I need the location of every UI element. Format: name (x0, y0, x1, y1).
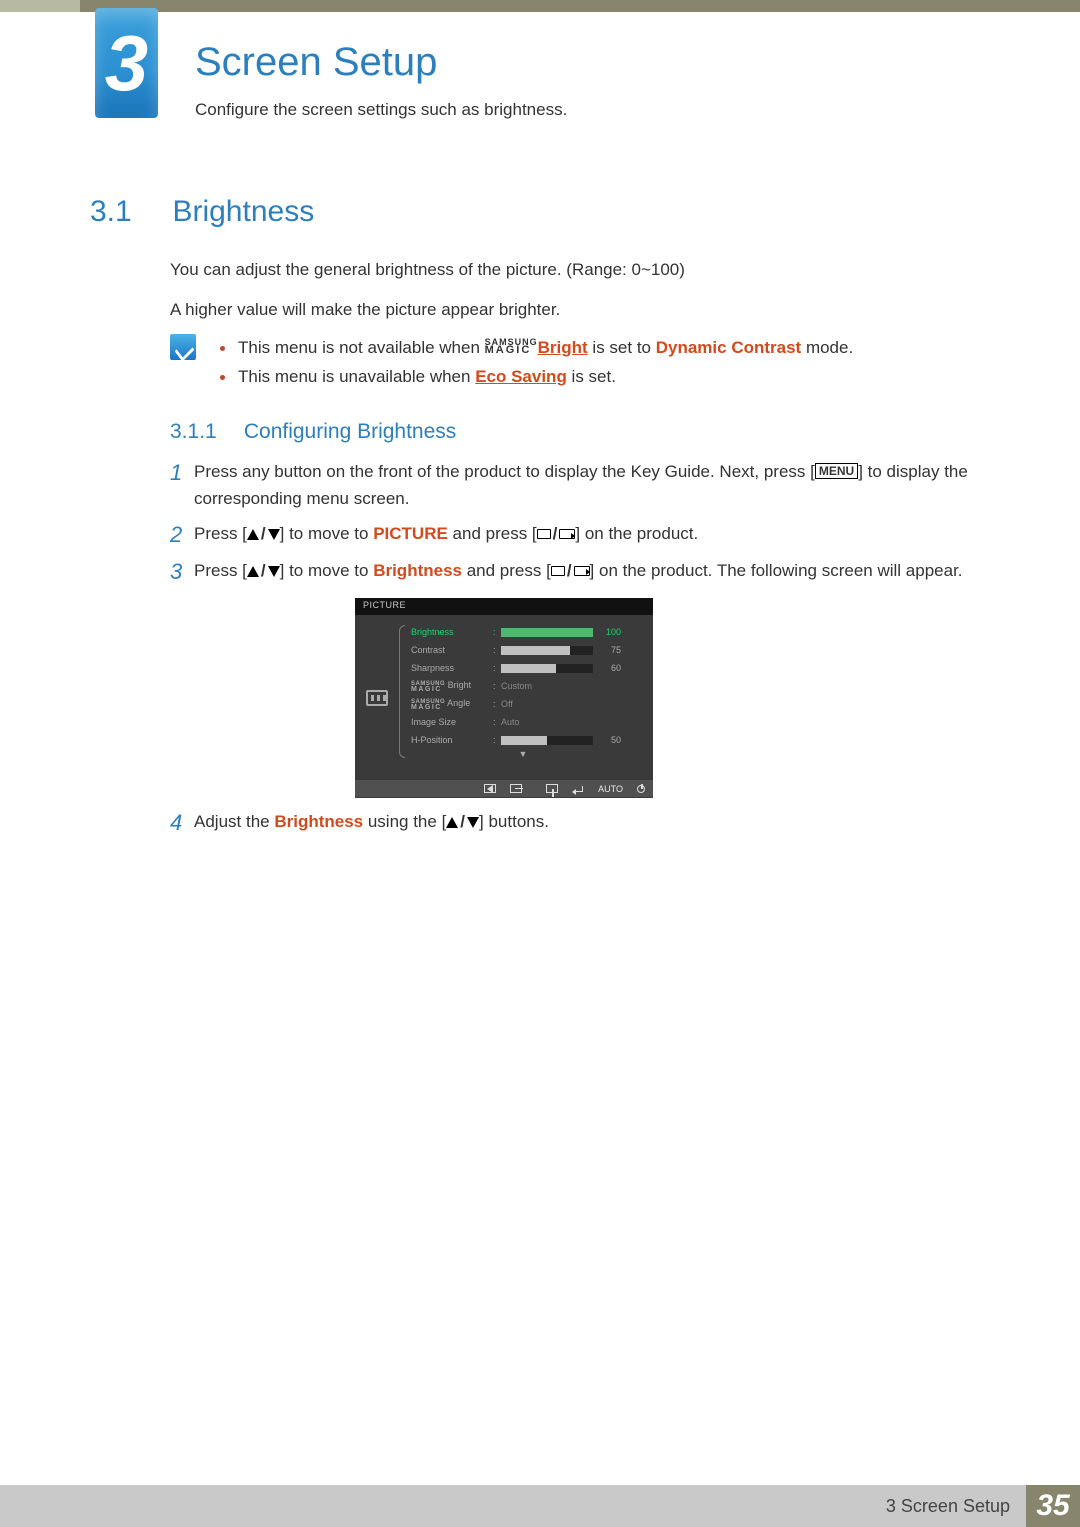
triangle-up-icon (247, 529, 259, 540)
step-4: 4 Adjust the Brightness using the [/] bu… (170, 808, 990, 844)
osd-row-image-size: Image Size: Auto (403, 713, 643, 731)
osd-row-contrast: Contrast: 75 (403, 641, 643, 659)
osd-row-magic-angle: SAMSUNGMAGIC Angle: Off (403, 695, 643, 713)
menu-key-icon: MENU (815, 463, 858, 479)
chapter-title: Screen Setup (195, 40, 437, 85)
section-number: 3.1 (90, 195, 168, 229)
osd-more-arrow: ▼ (403, 749, 643, 761)
enter-rect-arrow-icon (574, 566, 590, 576)
top-decor-bar (0, 0, 1080, 12)
step-3: 3 Press [/] to move to Brightness and pr… (170, 557, 990, 585)
osd-category-icon (355, 615, 399, 780)
osd-enter-icon (574, 785, 584, 793)
footer-chapter-label: 3 Screen Setup (886, 1496, 1026, 1517)
enter-rect-icon (551, 566, 565, 576)
section-paragraph-2: A higher value will make the picture app… (170, 298, 990, 322)
note-item-1: This menu is not available when SAMSUNGM… (220, 334, 990, 363)
triangle-down-icon (268, 529, 280, 540)
osd-menu: Brightness: 100 Contrast: 75 Sharpness: … (399, 615, 653, 780)
step-1: 1 Press any button on the front of the p… (170, 458, 990, 512)
step-2: 2 Press [/] to move to PICTURE and press… (170, 520, 990, 548)
osd-minus-icon (510, 784, 532, 793)
footer-page-number: 35 (1026, 1485, 1080, 1527)
osd-row-brightness: Brightness: 100 (403, 623, 643, 641)
enter-rect-icon (537, 529, 551, 539)
osd-footer: AUTO (355, 780, 653, 797)
osd-back-icon (484, 784, 496, 793)
chapter-number-badge: 3 (95, 8, 158, 118)
osd-auto-label: AUTO (598, 784, 623, 794)
subsection-number: 3.1.1 (170, 420, 238, 444)
enter-rect-arrow-icon (559, 529, 575, 539)
chapter-description: Configure the screen settings such as br… (195, 98, 567, 122)
page-footer: 3 Screen Setup 35 (0, 1485, 1080, 1527)
section-heading: 3.1 Brightness (90, 195, 990, 229)
osd-header: PICTURE (355, 598, 653, 615)
osd-row-sharpness: Sharpness: 60 (403, 659, 643, 677)
osd-screenshot: PICTURE Brightness: 100 Contrast: 75 Sha… (355, 598, 653, 798)
steps-list: 1 Press any button on the front of the p… (170, 458, 990, 593)
subsection-title: Configuring Brightness (244, 420, 456, 443)
subsection-heading: 3.1.1 Configuring Brightness (170, 420, 456, 444)
osd-row-magic-bright: SAMSUNGMAGIC Bright: Custom (403, 677, 643, 695)
osd-power-icon (637, 785, 645, 793)
triangle-down-icon (467, 817, 479, 828)
triangle-up-icon (247, 566, 259, 577)
osd-row-h-position: H-Position: 50 (403, 731, 643, 749)
note-block: This menu is not available when SAMSUNGM… (170, 334, 990, 392)
triangle-up-icon (446, 817, 458, 828)
triangle-down-icon (268, 566, 280, 577)
section-paragraph-1: You can adjust the general brightness of… (170, 258, 990, 282)
section-title: Brightness (172, 195, 314, 228)
osd-plus-icon (546, 784, 560, 793)
note-icon (170, 334, 196, 360)
note-item-2: This menu is unavailable when Eco Saving… (220, 363, 990, 392)
